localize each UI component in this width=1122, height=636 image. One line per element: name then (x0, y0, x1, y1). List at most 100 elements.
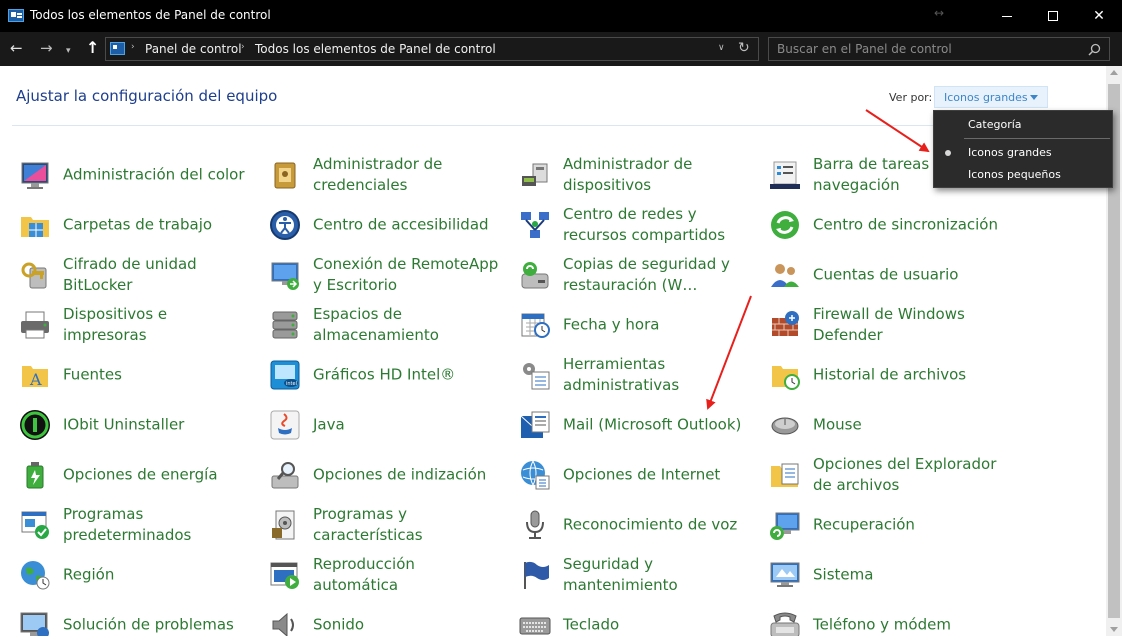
control-panel-item[interactable]: Teléfono y módem (752, 600, 997, 636)
control-panel-item[interactable]: Sonido (252, 600, 497, 636)
control-panel-item[interactable]: Firewall de Windows Defender (752, 300, 997, 350)
address-history-icon[interactable]: ∨ (718, 43, 725, 53)
breadcrumb-all-items[interactable]: Todos los elementos de Panel de control (255, 42, 496, 56)
control-panel-item[interactable]: Copias de seguridad y restauración (W… (502, 250, 747, 300)
control-panel-item-label[interactable]: Herramientas administrativas (563, 354, 753, 396)
control-panel-item-label[interactable]: Java (313, 415, 503, 436)
control-panel-item-label[interactable]: Gráficos HD Intel® (313, 365, 503, 386)
control-panel-item-label[interactable]: Dispositivos e impresoras (63, 304, 253, 346)
control-panel-item-label[interactable]: Opciones de indización (313, 465, 503, 486)
scroll-down-icon[interactable] (1110, 627, 1118, 632)
control-panel-item-label[interactable]: Opciones de energía (63, 465, 253, 486)
breadcrumb-separator[interactable]: › (241, 42, 245, 52)
control-panel-item-label[interactable]: Opciones de Internet (563, 465, 753, 486)
control-panel-item-label[interactable]: Mouse (813, 415, 1003, 436)
breadcrumb-control-panel[interactable]: Panel de control (145, 42, 242, 56)
control-panel-item[interactable]: Herramientas administrativas (502, 350, 747, 400)
control-panel-item[interactable]: Sistema (752, 550, 997, 600)
control-panel-item[interactable]: Programas y características (252, 500, 497, 550)
control-panel-item[interactable]: Seguridad y mantenimiento (502, 550, 747, 600)
control-panel-item-label[interactable]: Copias de seguridad y restauración (W… (563, 254, 753, 296)
control-panel-item-label[interactable]: Sistema (813, 565, 1003, 586)
control-panel-item[interactable]: Recuperación (752, 500, 997, 550)
up-button[interactable]: ↑ (86, 40, 99, 56)
control-panel-item-label[interactable]: Cifrado de unidad BitLocker (63, 254, 253, 296)
control-panel-item[interactable]: Centro de sincronización (752, 200, 998, 250)
control-panel-item[interactable]: Opciones de indización (252, 450, 497, 500)
control-panel-item[interactable]: Mail (Microsoft Outlook) (502, 400, 747, 450)
control-panel-item-label[interactable]: Administración del color (63, 165, 253, 186)
control-panel-item-label[interactable]: Seguridad y mantenimiento (563, 554, 753, 596)
search-input[interactable]: Buscar en el Panel de control (768, 37, 1110, 61)
control-panel-item[interactable]: Espacios de almacenamiento (252, 300, 497, 350)
control-panel-item[interactable]: Opciones de Internet (502, 450, 747, 500)
control-panel-item[interactable]: Cuentas de usuario (752, 250, 997, 300)
control-panel-item-label[interactable]: Región (63, 565, 253, 586)
control-panel-item-label[interactable]: Mail (Microsoft Outlook) (563, 415, 753, 436)
control-panel-item[interactable]: intel Gráficos HD Intel® (252, 350, 497, 400)
control-panel-item[interactable]: Mouse (752, 400, 997, 450)
control-panel-item-label[interactable]: Administrador de credenciales (313, 154, 503, 196)
control-panel-item[interactable]: A Fuentes (2, 350, 247, 400)
control-panel-item-label[interactable]: Espacios de almacenamiento (313, 304, 503, 346)
control-panel-item[interactable]: Centro de redes y recursos compartidos (502, 200, 747, 250)
control-panel-item-label[interactable]: Historial de archivos (813, 365, 1003, 386)
control-panel-item[interactable]: Cifrado de unidad BitLocker (2, 250, 247, 300)
search-icon[interactable] (1088, 43, 1101, 56)
forward-button[interactable]: → (40, 40, 53, 56)
menu-item-large-icons[interactable]: Iconos grandes (934, 142, 1112, 164)
control-panel-item[interactable]: Conexión de RemoteApp y Escritorio (252, 250, 498, 300)
minimize-button[interactable] (984, 0, 1030, 32)
control-panel-item-label[interactable]: Sonido (313, 615, 503, 636)
address-bar[interactable]: › Panel de control › Todos los elementos… (105, 37, 759, 61)
control-panel-item-label[interactable]: Teléfono y módem (813, 615, 1003, 636)
control-panel-item-label[interactable]: Centro de redes y recursos compartidos (563, 204, 753, 246)
control-panel-item[interactable]: IObit Uninstaller (2, 400, 247, 450)
control-panel-item[interactable]: Solución de problemas (2, 600, 247, 636)
control-panel-item-label[interactable]: Centro de accesibilidad (313, 215, 503, 236)
control-panel-item-label[interactable]: Recuperación (813, 515, 1003, 536)
control-panel-item-label[interactable]: Fuentes (63, 365, 253, 386)
control-panel-item-label[interactable]: Conexión de RemoteApp y Escritorio (313, 254, 503, 296)
control-panel-item[interactable]: Fecha y hora (502, 300, 747, 350)
menu-item-small-icons[interactable]: Iconos pequeños (934, 164, 1112, 186)
control-panel-item[interactable]: Reproducción automática (252, 550, 497, 600)
control-panel-item-label[interactable]: Solución de problemas (63, 615, 253, 636)
control-panel-item[interactable]: Administrador de dispositivos (502, 150, 747, 200)
control-panel-item-label[interactable]: Firewall de Windows Defender (813, 304, 1003, 346)
control-panel-item[interactable]: Opciones de energía (2, 450, 247, 500)
control-panel-item[interactable]: Historial de archivos (752, 350, 997, 400)
control-panel-item-label[interactable]: Fecha y hora (563, 315, 753, 336)
refresh-icon[interactable]: ↻ (738, 40, 750, 56)
view-by-dropdown[interactable]: Iconos grandes (934, 86, 1048, 108)
control-panel-item[interactable]: Región (2, 550, 247, 600)
control-panel-item-label[interactable]: Carpetas de trabajo (63, 215, 253, 236)
control-panel-item[interactable]: Java (252, 400, 497, 450)
control-panel-item-label[interactable]: Administrador de dispositivos (563, 154, 753, 196)
control-panel-item-label[interactable]: Programas predeterminados (63, 504, 253, 546)
control-panel-item-label[interactable]: Reconocimiento de voz (563, 515, 753, 536)
close-button[interactable]: ✕ (1076, 0, 1122, 32)
control-panel-item-label[interactable]: Opciones del Explorador de archivos (813, 454, 1003, 496)
control-panel-item-label[interactable]: Teclado (563, 615, 753, 636)
control-panel-item-label[interactable]: Cuentas de usuario (813, 265, 1003, 286)
control-panel-item[interactable]: Opciones del Explorador de archivos (752, 450, 997, 500)
control-panel-item[interactable]: Administrador de credenciales (252, 150, 497, 200)
control-panel-item[interactable]: Centro de accesibilidad (252, 200, 497, 250)
menu-item-category[interactable]: Categoría (934, 114, 1112, 136)
control-panel-item[interactable]: Teclado (502, 600, 747, 636)
recent-locations-button[interactable]: ▾ (66, 43, 71, 59)
control-panel-item[interactable]: Carpetas de trabajo (2, 200, 247, 250)
maximize-button[interactable] (1030, 0, 1076, 32)
back-button[interactable]: ← (10, 40, 23, 56)
control-panel-item[interactable]: Dispositivos e impresoras (2, 300, 247, 350)
control-panel-item-label[interactable]: Programas y características (313, 504, 503, 546)
control-panel-item-label[interactable]: Centro de sincronización (813, 215, 1003, 236)
control-panel-item-label[interactable]: IObit Uninstaller (63, 415, 253, 436)
control-panel-item[interactable]: Reconocimiento de voz (502, 500, 747, 550)
scroll-up-icon[interactable] (1110, 70, 1118, 75)
control-panel-item-label[interactable]: Reproducción automática (313, 554, 503, 596)
breadcrumb-separator[interactable]: › (131, 42, 135, 52)
control-panel-item[interactable]: Programas predeterminados (2, 500, 247, 550)
control-panel-item[interactable]: Administración del color (2, 150, 247, 200)
